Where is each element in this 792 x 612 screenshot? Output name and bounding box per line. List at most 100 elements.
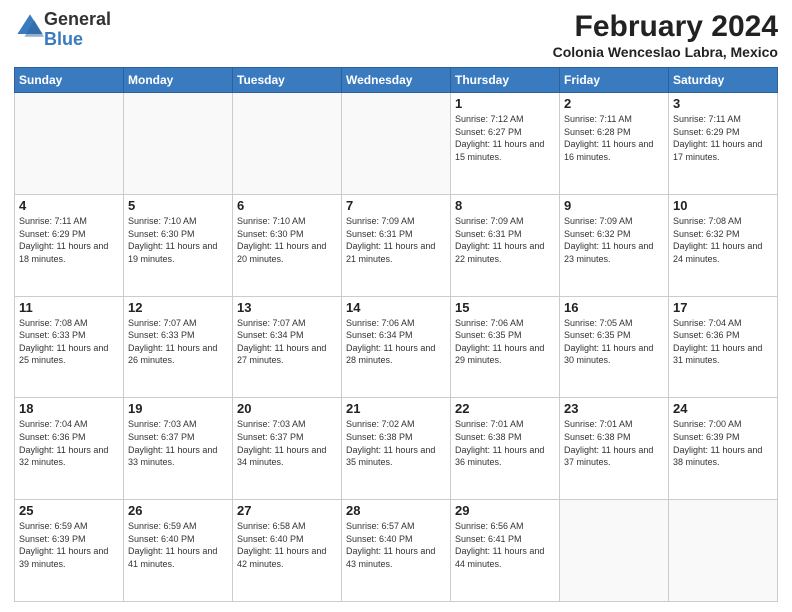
calendar-day-cell: 22 Sunrise: 7:01 AM Sunset: 6:38 PM Dayli… <box>451 398 560 500</box>
day-info: Sunrise: 7:09 AM Sunset: 6:31 PM Dayligh… <box>346 215 446 265</box>
col-saturday: Saturday <box>669 68 778 93</box>
calendar-day-cell <box>342 93 451 195</box>
calendar-day-cell: 24 Sunrise: 7:00 AM Sunset: 6:39 PM Dayli… <box>669 398 778 500</box>
header: General Blue February 2024 Colonia Wence… <box>14 10 778 61</box>
calendar-day-cell: 8Sunrise: 7:09 AM Sunset: 6:31 PM Daylig… <box>451 194 560 296</box>
day-number: 5 <box>128 198 228 213</box>
calendar-day-cell: 10 Sunrise: 7:08 AM Sunset: 6:32 PM Dayli… <box>669 194 778 296</box>
day-info: Sunrise: 7:11 AM Sunset: 6:28 PM Dayligh… <box>564 113 664 163</box>
calendar-day-cell: 15 Sunrise: 7:06 AM Sunset: 6:35 PM Dayli… <box>451 296 560 398</box>
day-info: Sunrise: 7:05 AM Sunset: 6:35 PM Dayligh… <box>564 317 664 367</box>
day-number: 27 <box>237 503 337 518</box>
day-number: 12 <box>128 300 228 315</box>
day-number: 15 <box>455 300 555 315</box>
calendar-day-cell: 16 Sunrise: 7:05 AM Sunset: 6:35 PM Dayli… <box>560 296 669 398</box>
col-tuesday: Tuesday <box>233 68 342 93</box>
day-number: 24 <box>673 401 773 416</box>
day-info: Sunrise: 7:04 AM Sunset: 6:36 PM Dayligh… <box>19 418 119 468</box>
col-friday: Friday <box>560 68 669 93</box>
day-info: Sunrise: 7:03 AM Sunset: 6:37 PM Dayligh… <box>128 418 228 468</box>
calendar-day-cell: 23 Sunrise: 7:01 AM Sunset: 6:38 PM Dayli… <box>560 398 669 500</box>
col-wednesday: Wednesday <box>342 68 451 93</box>
day-info: Sunrise: 7:09 AM Sunset: 6:32 PM Dayligh… <box>564 215 664 265</box>
calendar-week-row: 18Sunrise: 7:04 AM Sunset: 6:36 PM Dayli… <box>15 398 778 500</box>
calendar-day-cell: 6 Sunrise: 7:10 AM Sunset: 6:30 PM Daylig… <box>233 194 342 296</box>
day-number: 7 <box>346 198 446 213</box>
day-info: Sunrise: 7:08 AM Sunset: 6:33 PM Dayligh… <box>19 317 119 367</box>
day-number: 14 <box>346 300 446 315</box>
calendar-day-cell: 25 Sunrise: 6:59 AM Sunset: 6:39 PM Dayli… <box>15 500 124 602</box>
day-info: Sunrise: 6:58 AM Sunset: 6:40 PM Dayligh… <box>237 520 337 570</box>
day-info: Sunrise: 7:07 AM Sunset: 6:33 PM Dayligh… <box>128 317 228 367</box>
day-info: Sunrise: 7:04 AM Sunset: 6:36 PM Dayligh… <box>673 317 773 367</box>
col-thursday: Thursday <box>451 68 560 93</box>
day-info: Sunrise: 7:08 AM Sunset: 6:32 PM Dayligh… <box>673 215 773 265</box>
day-number: 25 <box>19 503 119 518</box>
calendar-day-cell: 13 Sunrise: 7:07 AM Sunset: 6:34 PM Dayli… <box>233 296 342 398</box>
day-info: Sunrise: 7:01 AM Sunset: 6:38 PM Dayligh… <box>455 418 555 468</box>
calendar-day-cell: 19Sunrise: 7:03 AM Sunset: 6:37 PM Dayli… <box>124 398 233 500</box>
col-sunday: Sunday <box>15 68 124 93</box>
day-info: Sunrise: 7:06 AM Sunset: 6:34 PM Dayligh… <box>346 317 446 367</box>
day-number: 16 <box>564 300 664 315</box>
calendar-day-cell: 21Sunrise: 7:02 AM Sunset: 6:38 PM Dayli… <box>342 398 451 500</box>
day-info: Sunrise: 7:00 AM Sunset: 6:39 PM Dayligh… <box>673 418 773 468</box>
day-info: Sunrise: 7:10 AM Sunset: 6:30 PM Dayligh… <box>128 215 228 265</box>
calendar-subtitle: Colonia Wenceslao Labra, Mexico <box>553 43 778 61</box>
calendar-day-cell <box>124 93 233 195</box>
calendar-day-cell <box>669 500 778 602</box>
day-number: 29 <box>455 503 555 518</box>
day-info: Sunrise: 6:57 AM Sunset: 6:40 PM Dayligh… <box>346 520 446 570</box>
day-number: 21 <box>346 401 446 416</box>
calendar-day-cell: 29 Sunrise: 6:56 AM Sunset: 6:41 PM Dayli… <box>451 500 560 602</box>
day-info: Sunrise: 6:59 AM Sunset: 6:39 PM Dayligh… <box>19 520 119 570</box>
calendar-day-cell: 7 Sunrise: 7:09 AM Sunset: 6:31 PM Daylig… <box>342 194 451 296</box>
logo-general-text: General <box>44 9 111 29</box>
day-info: Sunrise: 7:07 AM Sunset: 6:34 PM Dayligh… <box>237 317 337 367</box>
calendar-day-cell: 1 Sunrise: 7:12 AM Sunset: 6:27 PM Daylig… <box>451 93 560 195</box>
calendar-header-row: Sunday Monday Tuesday Wednesday Thursday… <box>15 68 778 93</box>
day-info: Sunrise: 7:03 AM Sunset: 6:37 PM Dayligh… <box>237 418 337 468</box>
day-number: 11 <box>19 300 119 315</box>
calendar-day-cell: 17 Sunrise: 7:04 AM Sunset: 6:36 PM Dayli… <box>669 296 778 398</box>
calendar-day-cell <box>233 93 342 195</box>
day-info: Sunrise: 7:12 AM Sunset: 6:27 PM Dayligh… <box>455 113 555 163</box>
calendar-title: February 2024 <box>553 10 778 43</box>
calendar-week-row: 25 Sunrise: 6:59 AM Sunset: 6:39 PM Dayli… <box>15 500 778 602</box>
day-info: Sunrise: 6:59 AM Sunset: 6:40 PM Dayligh… <box>128 520 228 570</box>
logo-icon <box>16 13 44 41</box>
day-number: 9 <box>564 198 664 213</box>
calendar-week-row: 4 Sunrise: 7:11 AM Sunset: 6:29 PM Daylig… <box>15 194 778 296</box>
logo-blue-text: Blue <box>44 29 83 49</box>
day-number: 3 <box>673 96 773 111</box>
day-number: 26 <box>128 503 228 518</box>
day-number: 4 <box>19 198 119 213</box>
calendar-day-cell: 9 Sunrise: 7:09 AM Sunset: 6:32 PM Daylig… <box>560 194 669 296</box>
calendar-day-cell: 5 Sunrise: 7:10 AM Sunset: 6:30 PM Daylig… <box>124 194 233 296</box>
day-number: 13 <box>237 300 337 315</box>
day-number: 10 <box>673 198 773 213</box>
day-number: 22 <box>455 401 555 416</box>
calendar-day-cell: 3 Sunrise: 7:11 AM Sunset: 6:29 PM Daylig… <box>669 93 778 195</box>
logo: General Blue <box>14 10 111 50</box>
day-info: Sunrise: 7:01 AM Sunset: 6:38 PM Dayligh… <box>564 418 664 468</box>
calendar-day-cell <box>15 93 124 195</box>
calendar-day-cell: 14 Sunrise: 7:06 AM Sunset: 6:34 PM Dayli… <box>342 296 451 398</box>
calendar-day-cell: 28 Sunrise: 6:57 AM Sunset: 6:40 PM Dayli… <box>342 500 451 602</box>
day-info: Sunrise: 7:11 AM Sunset: 6:29 PM Dayligh… <box>673 113 773 163</box>
day-number: 28 <box>346 503 446 518</box>
calendar-week-row: 1 Sunrise: 7:12 AM Sunset: 6:27 PM Daylig… <box>15 93 778 195</box>
day-number: 1 <box>455 96 555 111</box>
calendar-day-cell: 26 Sunrise: 6:59 AM Sunset: 6:40 PM Dayli… <box>124 500 233 602</box>
calendar-day-cell: 2Sunrise: 7:11 AM Sunset: 6:28 PM Daylig… <box>560 93 669 195</box>
day-number: 17 <box>673 300 773 315</box>
calendar-day-cell: 20Sunrise: 7:03 AM Sunset: 6:37 PM Dayli… <box>233 398 342 500</box>
calendar-day-cell: 18Sunrise: 7:04 AM Sunset: 6:36 PM Dayli… <box>15 398 124 500</box>
day-number: 8 <box>455 198 555 213</box>
day-info: Sunrise: 7:10 AM Sunset: 6:30 PM Dayligh… <box>237 215 337 265</box>
day-info: Sunrise: 7:06 AM Sunset: 6:35 PM Dayligh… <box>455 317 555 367</box>
day-number: 6 <box>237 198 337 213</box>
day-info: Sunrise: 7:11 AM Sunset: 6:29 PM Dayligh… <box>19 215 119 265</box>
day-info: Sunrise: 6:56 AM Sunset: 6:41 PM Dayligh… <box>455 520 555 570</box>
day-number: 23 <box>564 401 664 416</box>
